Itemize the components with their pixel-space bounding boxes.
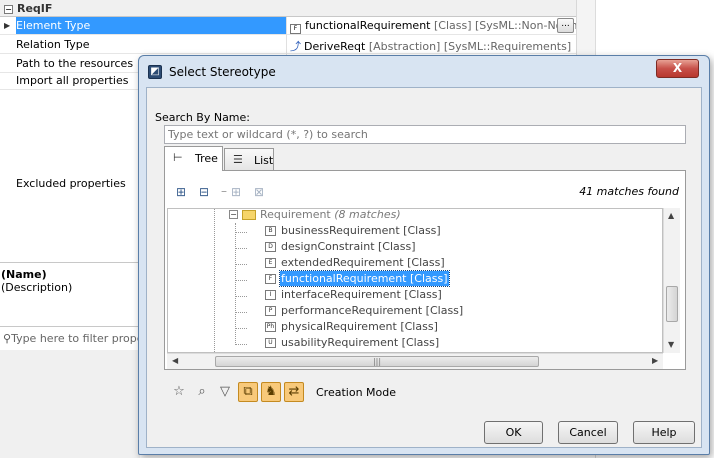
collapse-node-icon[interactable]: − xyxy=(229,210,238,219)
section-header[interactable]: − ReqIF xyxy=(0,0,595,17)
collapse-selected-icon[interactable]: ⊠ xyxy=(250,184,268,200)
scroll-right-icon[interactable]: ▶ xyxy=(652,356,658,365)
creation-mode-label: Creation Mode xyxy=(316,386,397,399)
filter-icon[interactable]: ▽ xyxy=(215,382,235,402)
row-pointer-icon: ▶ xyxy=(4,21,11,30)
property-name: Path to the resources xyxy=(16,57,134,70)
tree-item[interactable]: U usabilityRequirement [Class] xyxy=(265,335,515,351)
tree-item[interactable]: Ph physicalRequirement [Class] xyxy=(265,319,515,335)
stereotype-icon: Ph xyxy=(265,322,276,332)
ellipsis-button[interactable]: ... xyxy=(557,18,574,33)
search-icon: ⚲ xyxy=(3,332,12,345)
zoom-icon[interactable]: ⌕ xyxy=(192,382,212,402)
tree-icon: ⊢ xyxy=(173,151,183,164)
tree-item[interactable]: D designConstraint [Class] xyxy=(265,239,515,255)
panel-footer xyxy=(0,350,140,458)
search-label: Search By Name: xyxy=(155,111,250,124)
stereotype-icon: P xyxy=(265,306,276,316)
app-icon: ◩ xyxy=(148,65,162,79)
tree-item[interactable]: I interfaceRequirement [Class] xyxy=(265,287,515,303)
tree-item-selected[interactable]: F functionalRequirement [Class] xyxy=(265,270,515,287)
property-value[interactable]: ⤴ DeriveReqt [Abstraction] [SysML::Requir… xyxy=(290,38,571,54)
scroll-thumb[interactable]: ||| xyxy=(215,356,539,367)
tree-folder-requirement[interactable]: − Requirement (8 matches) xyxy=(229,209,489,223)
scroll-left-icon[interactable]: ◀ xyxy=(172,356,178,365)
tab-list[interactable]: ☰ List xyxy=(224,148,274,171)
collapse-all-icon[interactable]: ⊟ xyxy=(195,184,213,200)
filter-input[interactable]: ⚲Type here to filter prope xyxy=(0,326,150,350)
scroll-down-icon[interactable]: ▼ xyxy=(668,340,674,349)
creation-mode-icon[interactable]: ⇄ xyxy=(284,382,304,402)
ok-button[interactable]: OK xyxy=(484,421,543,444)
stereotype-tree[interactable]: − Requirement (8 matches) B businessRequ… xyxy=(167,208,663,353)
tab-tree[interactable]: ⊢ Tree xyxy=(164,146,223,171)
select-stereotype-dialog: ◩ Select Stereotype X Search By Name: ⊢ … xyxy=(138,55,710,455)
expand-selected-icon[interactable]: ⊞ xyxy=(227,184,245,200)
stereotype-icon: U xyxy=(265,338,276,348)
property-name: Relation Type xyxy=(16,38,90,51)
property-row-relation-type[interactable]: Relation Type ⤴ DeriveReqt [Abstraction] … xyxy=(0,36,595,54)
property-row-element-type[interactable]: ▶ Element Type FfunctionalRequirement [C… xyxy=(0,17,595,35)
tree-item[interactable]: E extendedRequirement [Class] xyxy=(265,255,515,271)
class-icon: F xyxy=(290,24,301,34)
search-input[interactable] xyxy=(164,125,686,144)
tree-item[interactable]: P performanceRequirement [Class] xyxy=(265,303,515,319)
horizontal-scrollbar[interactable]: ◀ ||| ▶ xyxy=(167,353,663,369)
stereotype-icon: D xyxy=(265,242,276,252)
vertical-scrollbar[interactable]: ▲ ▼ xyxy=(663,208,680,353)
show-packages-icon[interactable]: ⧉ xyxy=(238,382,258,402)
folder-icon xyxy=(242,210,256,220)
help-button[interactable]: Help xyxy=(633,421,695,444)
section-title: ReqIF xyxy=(17,2,53,15)
scroll-up-icon[interactable]: ▲ xyxy=(668,211,674,220)
stereotype-icon: I xyxy=(265,290,276,300)
tree-item[interactable]: B businessRequirement [Class] xyxy=(265,223,515,239)
dialog-titlebar[interactable]: ◩ Select Stereotype X xyxy=(139,56,709,86)
matches-count: 41 matches found xyxy=(579,185,679,198)
tree-guide xyxy=(214,209,215,352)
star-icon[interactable]: ☆ xyxy=(169,382,189,402)
property-value[interactable]: FfunctionalRequirement [Class] [SysML::N… xyxy=(290,19,588,34)
list-icon: ☰ xyxy=(233,153,243,166)
property-name: Import all properties xyxy=(16,74,129,87)
dialog-title: Select Stereotype xyxy=(169,65,276,79)
excluded-properties-label: Excluded properties xyxy=(16,177,126,190)
scroll-thumb[interactable] xyxy=(666,286,678,322)
stereotype-icon: B xyxy=(265,226,276,236)
derive-arrow-icon: ⤴ xyxy=(290,40,301,53)
stereotype-icon: F xyxy=(265,274,276,284)
tree-guide xyxy=(235,223,236,345)
cancel-button[interactable]: Cancel xyxy=(558,421,618,444)
stereotype-icon: E xyxy=(265,258,276,268)
close-button[interactable]: X xyxy=(656,59,699,78)
expand-all-icon[interactable]: ⊞ xyxy=(172,184,190,200)
property-name: Element Type xyxy=(16,17,286,34)
collapse-icon[interactable]: − xyxy=(4,5,13,14)
camel-case-icon[interactable]: ♞ xyxy=(261,382,281,402)
